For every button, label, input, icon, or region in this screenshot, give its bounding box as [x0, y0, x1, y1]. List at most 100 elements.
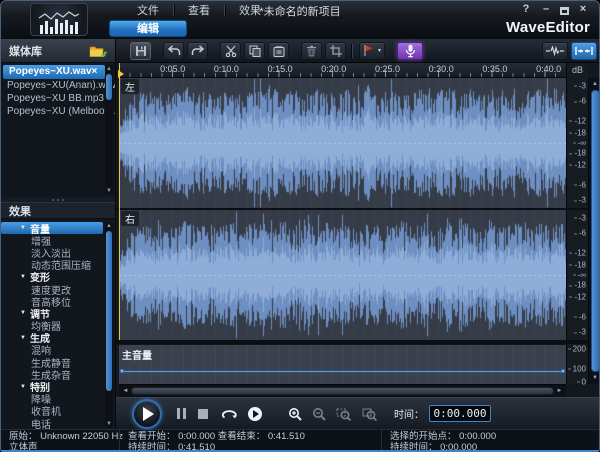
menu-view[interactable]: 查看: [174, 2, 224, 18]
effect-item[interactable]: 动态范围压缩: [1, 259, 115, 272]
media-list-scrollbar[interactable]: ▲ ▼: [105, 65, 113, 195]
app-logo: [30, 3, 88, 36]
db-scale-left: -3 -6 -12 -18 -∞ -18 -12 -6 -3: [566, 78, 588, 208]
timeline-ruler[interactable]: 0:05.0 0:10.0 0:15.0 0:20.0 0:25.0 0:30.…: [119, 63, 566, 78]
ruler-label: 0:20.0: [321, 64, 347, 74]
menu-bar: 文件 查看 效果: [123, 1, 275, 19]
zoom-full-button[interactable]: [360, 405, 378, 423]
save-button[interactable]: [130, 41, 151, 60]
redo-button[interactable]: [187, 41, 208, 60]
scroll-up-icon[interactable]: ▲: [105, 65, 113, 73]
media-library-header: 媒体库: [1, 39, 115, 63]
copy-icon: [249, 45, 260, 57]
dropdown-caret-icon: ▾: [377, 48, 381, 54]
time-label: 时间：: [394, 410, 424, 421]
horizontal-scrollbar[interactable]: ◄ ►: [119, 384, 566, 397]
marker-button[interactable]: ▾: [359, 41, 385, 60]
scroll-down-icon[interactable]: ▼: [105, 420, 113, 428]
volume-envelope-line[interactable]: [121, 370, 564, 372]
tab-row: 编辑 WaveEditor: [1, 19, 599, 39]
menu-file[interactable]: 文件: [123, 2, 173, 18]
ruler-label: 0:15.0: [267, 64, 293, 74]
fit-to-window-button[interactable]: [571, 41, 597, 60]
effect-group-generate[interactable]: ▼ 生成: [1, 332, 115, 345]
volume-scale: 200 100 0: [566, 344, 588, 386]
left-channel-waveform[interactable]: 左: [119, 78, 566, 208]
scroll-left-icon[interactable]: ◄: [120, 385, 131, 397]
media-library-list: Popeyes~XU.wav × Popeyes~XU(Anan).wav Po…: [1, 63, 115, 197]
media-item[interactable]: Popeyes~XU BB.mp3: [1, 92, 115, 105]
effect-group-volume[interactable]: ▼ 音量: [1, 222, 103, 236]
triangle-down-icon: ▼: [20, 310, 26, 317]
effect-group-special[interactable]: ▼ 特别: [1, 380, 115, 394]
zoom-in-icon: [289, 407, 302, 421]
paste-icon: [273, 45, 284, 57]
triangle-down-icon: ▼: [20, 225, 26, 232]
maximize-button[interactable]: [560, 6, 569, 15]
right-channel-label: 右: [121, 211, 139, 226]
media-item[interactable]: Popeyes~XU(Anan).wav: [1, 79, 115, 92]
effect-item[interactable]: 生成杂音: [1, 368, 115, 382]
ruler-label: 0:25.0: [374, 64, 401, 74]
media-item[interactable]: Popeyes~XU (Melboorn...: [1, 105, 115, 118]
status-source: 原始： Unknown 22050 Hz 立体声: [9, 431, 124, 452]
ruler-label: 0:35.0: [482, 64, 508, 74]
vertical-scrollbar[interactable]: ▲ ▼: [588, 78, 599, 384]
close-button[interactable]: ×: [577, 2, 589, 16]
undo-button[interactable]: [163, 41, 184, 60]
scroll-down-icon[interactable]: ▼: [105, 187, 113, 195]
effect-item[interactable]: 电话: [1, 417, 115, 429]
scroll-up-icon[interactable]: ▲: [105, 222, 113, 230]
time-display[interactable]: 0:00.000: [429, 405, 491, 422]
effects-header: 效果: [1, 202, 115, 219]
right-channel-waveform[interactable]: 右: [119, 210, 566, 340]
play-button[interactable]: [132, 398, 162, 429]
effect-item[interactable]: 音高移位: [1, 295, 115, 309]
zoom-in-button[interactable]: [286, 405, 304, 423]
zoom-out-button[interactable]: [310, 405, 328, 423]
ruler-label: 0:40.0: [536, 64, 562, 74]
app-window: 文件 查看 效果 *未命名的新项目 ? – × 编辑 WaveEditor 媒体…: [0, 0, 600, 452]
waveform-view-button[interactable]: [542, 41, 568, 60]
ruler-label: 0:30.0: [428, 64, 454, 74]
minimize-button[interactable]: –: [540, 2, 552, 16]
tab-edit[interactable]: 编辑: [109, 20, 187, 37]
import-folder-icon[interactable]: [89, 44, 107, 58]
stop-button[interactable]: [194, 405, 212, 423]
waveform-workspace: 0:05.0 0:10.0 0:15.0 0:20.0 0:25.0 0:30.…: [116, 63, 599, 397]
media-item[interactable]: Popeyes~XU.wav ×: [3, 65, 105, 79]
flag-icon: [364, 45, 373, 56]
waveform-icon: [546, 45, 564, 56]
loop-button[interactable]: [218, 405, 240, 423]
db-scale-right: -3 -6 -12 -18 -∞ -18 -12 -6 -3: [566, 210, 588, 340]
scroll-right-icon[interactable]: ►: [554, 385, 565, 397]
status-selection: 选择的开始点： 0:00.000 持续时间： 0:00.000: [381, 430, 599, 450]
record-button[interactable]: [397, 41, 423, 60]
status-bar: 原始： Unknown 22050 Hz 立体声 查看开始： 0:00.000 …: [1, 429, 599, 452]
cut-button[interactable]: [220, 41, 241, 60]
paste-button[interactable]: [268, 41, 289, 60]
copy-button[interactable]: [244, 41, 265, 60]
delete-button[interactable]: [301, 41, 322, 60]
trash-icon: [307, 45, 316, 56]
effects-scrollbar[interactable]: ▲ ▼: [105, 222, 113, 428]
playhead-cursor[interactable]: [119, 63, 120, 340]
scroll-down-icon[interactable]: ▼: [589, 373, 599, 383]
save-icon: [135, 45, 146, 56]
help-button[interactable]: ?: [520, 2, 532, 16]
pause-button[interactable]: [172, 405, 190, 423]
volume-node[interactable]: [561, 368, 565, 373]
sidebar: 媒体库 Popeyes~XU.wav × Popeyes~XU(Anan).wa…: [1, 39, 116, 429]
effect-item[interactable]: 均衡器: [1, 320, 115, 333]
triangle-down-icon: ▼: [20, 334, 26, 341]
trim-button[interactable]: [325, 41, 346, 60]
volume-node[interactable]: [120, 368, 124, 373]
zoom-selection-button[interactable]: [334, 405, 352, 423]
remove-media-icon[interactable]: ×: [92, 65, 100, 79]
scissors-icon: [225, 45, 236, 57]
master-volume-track[interactable]: 主音量: [119, 344, 566, 384]
microphone-icon: [405, 44, 415, 57]
effect-item[interactable]: 收音机: [1, 405, 115, 418]
scroll-up-icon[interactable]: ▲: [589, 79, 599, 89]
play-selection-button[interactable]: [246, 405, 264, 423]
